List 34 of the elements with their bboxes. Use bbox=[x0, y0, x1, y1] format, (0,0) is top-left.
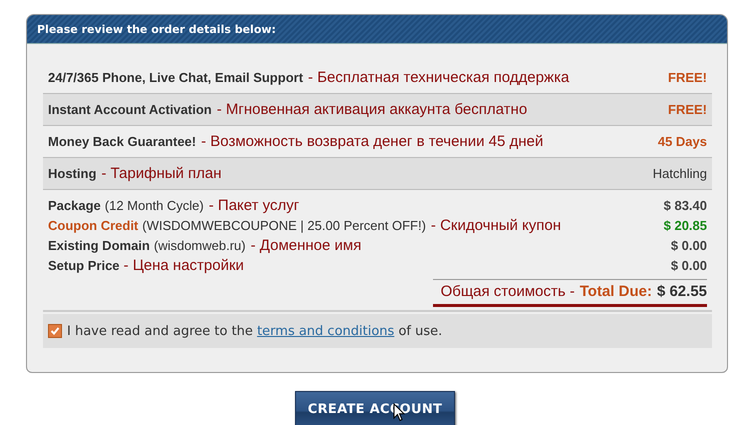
total-label: Total Due: bbox=[580, 283, 652, 300]
feature-note: - Бесплатная техническая поддержка bbox=[308, 68, 570, 86]
feature-label: Instant Account Activation bbox=[48, 102, 212, 116]
feature-label: Hosting bbox=[48, 166, 96, 180]
item-note: - Пакет услуг bbox=[208, 197, 300, 214]
item-label: Setup Price bbox=[48, 258, 120, 273]
total-note: Общая стоимость - bbox=[440, 283, 575, 300]
feature-note: - Мгновенная активация аккаунта бесплатно bbox=[216, 100, 528, 118]
panel-title: Please review the order details below: bbox=[37, 22, 276, 36]
feature-label: Money Back Guarantee! bbox=[48, 134, 196, 148]
terms-link[interactable]: terms and conditions bbox=[257, 324, 394, 338]
item-note: - Цена настройки bbox=[124, 257, 244, 274]
feature-note: - Тарифный план bbox=[101, 164, 222, 182]
checkbox[interactable] bbox=[48, 324, 62, 338]
item-note: - Скидочный купон bbox=[430, 217, 562, 234]
feature-value: Hatchling bbox=[652, 166, 707, 181]
agreement-text: I have read and agree to the terms and conditions of use. bbox=[67, 324, 442, 338]
item-detail: (WISDOMWEBCOUPONE | 25.00 Percent OFF!) bbox=[142, 218, 426, 233]
item-amount: $ 0.00 bbox=[670, 238, 707, 253]
feature-label: 24/7/365 Phone, Live Chat, Email Support bbox=[48, 70, 304, 84]
feature-value: 45 Days bbox=[658, 134, 707, 149]
feature-note: - Возможность возврата денег в течении 45 дней bbox=[201, 132, 544, 150]
item-label: Existing Domain bbox=[48, 238, 150, 253]
feature-value: FREE! bbox=[668, 70, 707, 85]
item-amount: $ 83.40 bbox=[664, 198, 707, 213]
item-detail: (12 Month Cycle) bbox=[104, 198, 204, 213]
item-amount: $ 20.85 bbox=[664, 218, 707, 233]
item-label: Coupon Credit bbox=[48, 218, 138, 233]
item-note: - Доменное имя bbox=[250, 237, 362, 254]
total-amount: $ 62.55 bbox=[656, 283, 707, 300]
feature-value: FREE! bbox=[668, 102, 707, 117]
item-detail: (wisdomweb.ru) bbox=[154, 238, 246, 253]
item-label: Package bbox=[48, 198, 101, 213]
item-amount: $ 0.00 bbox=[670, 258, 707, 273]
